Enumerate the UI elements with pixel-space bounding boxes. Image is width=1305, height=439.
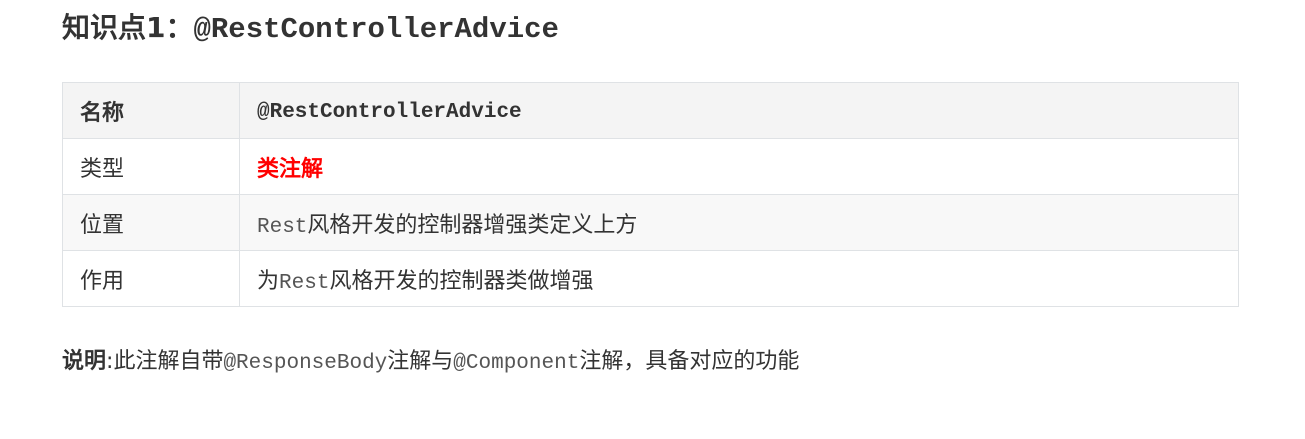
explanation-note: 说明:此注解自带@ResponseBody注解与@Component注解，具备对…	[62, 344, 799, 382]
table-cell-name-label: 名称	[62, 82, 240, 139]
annotation-name-code: @RestControllerAdvice	[257, 100, 522, 124]
note-label: 说明	[62, 349, 107, 374]
note-text-3: 注解，具备对应的功能	[579, 349, 800, 374]
purpose-code: Rest	[279, 271, 330, 295]
table-cell-position-value: Rest风格开发的控制器增强类定义上方	[239, 194, 1239, 251]
heading-prefix: 知识点1：	[62, 11, 194, 44]
purpose-text-after: 风格开发的控制器类做增强	[329, 268, 594, 294]
table-cell-purpose-value: 为Rest风格开发的控制器类做增强	[239, 250, 1239, 307]
table-row-name: 名称 @RestControllerAdvice	[62, 82, 1239, 139]
table-cell-purpose-label: 作用	[62, 250, 240, 307]
table-row-type: 类型 类注解	[62, 138, 1239, 195]
table-cell-position-label: 位置	[62, 194, 240, 251]
table-cell-type-value: 类注解	[239, 138, 1239, 195]
note-text-1: 此注解自带	[113, 349, 224, 374]
position-code: Rest	[257, 215, 308, 239]
note-code-response-body: @ResponseBody	[223, 352, 388, 375]
note-text-2: 注解与	[387, 349, 454, 374]
table-cell-name-value: @RestControllerAdvice	[239, 82, 1239, 139]
purpose-text-before: 为	[257, 268, 280, 294]
table-row-position: 位置 Rest风格开发的控制器增强类定义上方	[62, 194, 1239, 251]
heading-code: @RestControllerAdvice	[193, 13, 559, 46]
table-row-purpose: 作用 为Rest风格开发的控制器类做增强	[62, 250, 1239, 307]
annotation-info-table: 名称 @RestControllerAdvice 类型 类注解 位置 Rest风…	[62, 82, 1239, 307]
position-text: 风格开发的控制器增强类定义上方	[307, 212, 638, 238]
type-value-text: 类注解	[257, 156, 324, 182]
table-cell-type-label: 类型	[62, 138, 240, 195]
note-code-component: @Component	[453, 352, 580, 375]
section-heading: 知识点1：@RestControllerAdvice	[62, 8, 559, 50]
